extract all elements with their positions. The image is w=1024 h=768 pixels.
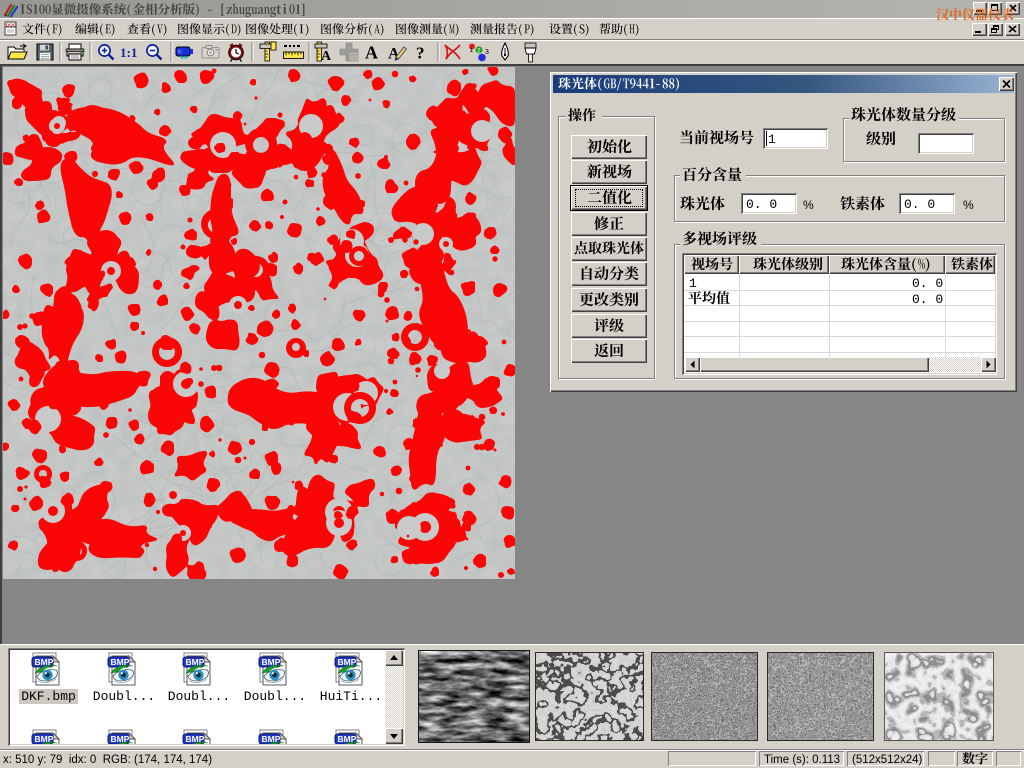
svg-text:DOC: DOC bbox=[6, 23, 17, 28]
svg-text:3: 3 bbox=[485, 49, 489, 56]
svg-text:1: 1 bbox=[470, 47, 474, 54]
svg-text:A: A bbox=[321, 49, 332, 63]
svg-text:1:1: 1:1 bbox=[120, 45, 137, 60]
svg-text:A: A bbox=[365, 43, 378, 63]
svg-text:2: 2 bbox=[477, 48, 481, 55]
svg-text:?: ? bbox=[416, 44, 425, 63]
